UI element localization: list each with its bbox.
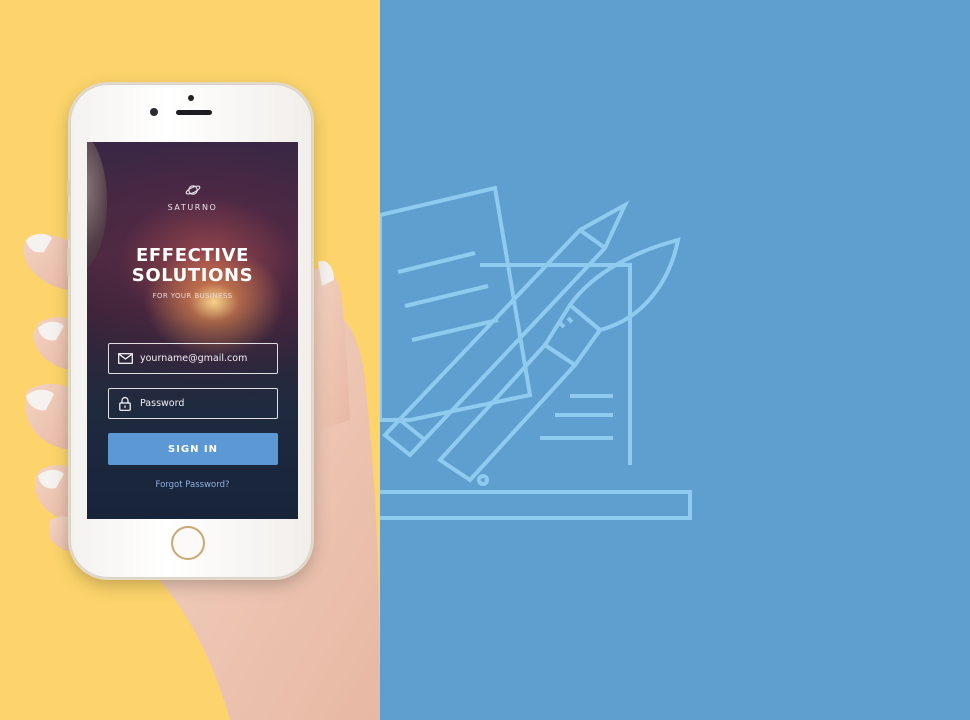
password-input[interactable]	[136, 398, 270, 409]
phone-volume-up-button	[67, 212, 70, 240]
laptop-pencil-brush-illustration	[380, 185, 692, 520]
email-field[interactable]	[108, 343, 278, 374]
subheadline: FOR YOUR BUSINESS	[152, 292, 233, 300]
phone-side-button	[67, 180, 70, 196]
headline-line-1: EFFECTIVE	[136, 245, 249, 266]
planet-icon	[185, 185, 201, 195]
lock-icon	[114, 388, 136, 419]
password-field[interactable]	[108, 388, 278, 419]
headline-line-2: SOLUTIONS	[131, 265, 254, 286]
phone-front-camera	[150, 108, 158, 116]
email-input[interactable]	[136, 353, 270, 364]
phone-speaker	[176, 110, 212, 115]
forgot-password-link[interactable]: Forgot Password?	[87, 480, 298, 490]
brand-name: SATURNO	[167, 203, 218, 212]
phone-device: SATURNO EFFECTIVE SOLUTIONS FOR YOUR BUS…	[67, 84, 312, 578]
phone-volume-down-button	[67, 248, 70, 276]
phone-sensor	[188, 95, 194, 101]
app-login-screen: SATURNO EFFECTIVE SOLUTIONS FOR YOUR BUS…	[87, 142, 298, 519]
phone-home-button[interactable]	[171, 526, 205, 560]
headline: EFFECTIVE SOLUTIONS	[87, 246, 298, 286]
sign-in-button[interactable]: SIGN IN	[108, 433, 278, 465]
envelope-icon	[114, 343, 136, 374]
